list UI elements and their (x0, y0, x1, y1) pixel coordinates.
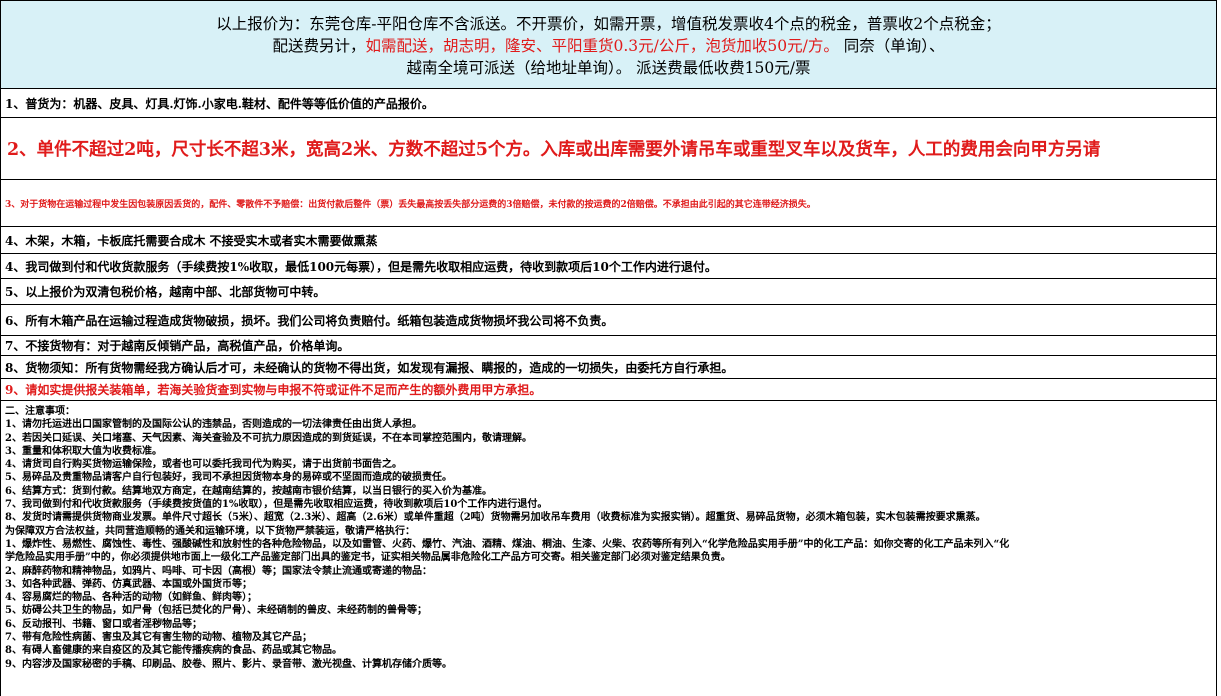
notes-line: 8、有碍人畜健康的来自疫区的及其它能传播疾病的食品、药品或其它物品。 (5, 645, 342, 657)
notes-line: 5、妨碍公共卫生的物品，如尸骨（包括已焚化的尸骨）、未经硝制的兽皮、未经药制的兽… (5, 605, 427, 617)
notes-section: 二、注意事项： 1、请勿托运进出口国家管制的及国际公认的违禁品，否则造成的一切法… (0, 400, 1217, 696)
header-line-2: 配送费另计，如需配送，胡志明，隆安、平阳重货0.3元/公斤，泡货加收50元/方。… (1, 35, 1216, 57)
notes-line: 2、麻醉药物和精神物品，如鸦片、吗啡、可卡因（高根）等；国家法令禁止流通或寄递的… (5, 565, 432, 577)
row-8-text: 7、不接货物有：对于越南反倾销产品，高税值产品，价格单询。 (5, 339, 350, 353)
notes-line: 2、若因关口延误、关口堵塞、天气因素、海关查验及不可抗力原因造成的到货延误，不在… (5, 432, 532, 444)
row-4: 4、木架，木箱，卡板底托需要合成木 不接受实木或者实木需要做熏蒸 (0, 226, 1217, 254)
notes-line: 7、带有危险性病菌、害虫及其它有害生物的动物、植物及其它产品； (5, 632, 312, 644)
header-line-2-b: 同奈（单询）、 (838, 37, 945, 55)
notes-line: 4、请货司自行购买货物运输保险，或者也可以委托我司代为购买，请于出货前书面告之。 (5, 459, 402, 471)
header-line-3: 越南全境可派送（给地址单询）。 派送费最低收费150元/票 (406, 59, 811, 77)
row-9-text: 8、货物须知：所有货物需经我方确认后才可，未经确认的货物不得出货，如发现有漏报、… (5, 360, 734, 375)
row-10-text: 9、请如实提供报关装箱单，若海关验货查到实物与申报不符或证件不足而产生的额外费用… (5, 383, 542, 397)
header-line-2-red: 如需配送，胡志明，隆安、平阳重货0.3元/公斤，泡货加收50元/方。 (365, 37, 839, 55)
notes-line: 8、发货时请需提供货物商业发票。单件尺寸超长（5米）、超宽（2.3米）、超高（2… (5, 512, 986, 524)
row-1: 1、普货为：机器、皮具、灯具.灯饰.小家电.鞋材、配件等等低价值的产品报价。 (0, 88, 1217, 118)
notes-line: 学危险品实用手册”中的，你必须提供地市面上一级化工产品鉴定部门出具的鉴定书，证实… (5, 552, 731, 564)
notes-line: 4、容易腐烂的物品、各种活的动物（如鲜鱼、鲜肉等）； (5, 592, 257, 604)
row-2-text: 2、单件不超过2吨，尺寸长不超3米，宽高2米、方数不超过5个方。入库或出库需要外… (7, 140, 1101, 160)
row-5: 4、我司做到付和代收货款服务（手续费按1%收取，最低100元每票），但是需先收取… (0, 253, 1217, 279)
row-4-text: 4、木架，木箱，卡板底托需要合成木 不接受实木或者实木需要做熏蒸 (5, 233, 378, 248)
row-1-text: 1、普货为：机器、皮具、灯具.灯饰.小家电.鞋材、配件等等低价值的产品报价。 (5, 96, 434, 111)
header-line-1: 以上报价为：东莞仓库-平阳仓库不含派送。不开票价，如需开票，增值税发票收4个点的… (216, 15, 1001, 33)
row-8: 7、不接货物有：对于越南反倾销产品，高税值产品，价格单询。 (0, 335, 1217, 356)
row-9: 8、货物须知：所有货物需经我方确认后才可，未经确认的货物不得出货，如发现有漏报、… (0, 355, 1217, 379)
row-5-text: 4、我司做到付和代收货款服务（手续费按1%收取，最低100元每票），但是需先收取… (5, 259, 717, 274)
notes-line: 6、反动报刊、书籍、窗口或者淫秽物品等； (5, 618, 202, 630)
notes-line: 7、我司做到付和代收货款服务（手续费按货值的1%收取），但是需先收取相应运费，待… (5, 499, 548, 511)
row-7: 6、所有木箱产品在运输过程造成货物破损，损坏。我们公司将负责赔付。纸箱包装造成货… (0, 304, 1217, 336)
notes-line: 5、易碎品及贵重物品请客户自行包装好，我司不承担因货物本身的易碎或不坚固而造成的… (5, 472, 452, 484)
notes-line: 1、爆炸性、易燃性、腐蚀性、毒性、强酸碱性和放射性的各种危险物品，以及如雷管、火… (5, 538, 1010, 550)
notes-line: 6、结算方式：货到付款。结算地双方商定，在越南结算的，按越南市银价结算，以当日银… (5, 485, 492, 497)
row-3-text: 3、对于货物在运输过程中发生因包装原因丢货的，配件、零散件不予赔偿：出货付款后整… (5, 199, 816, 210)
row-3: 3、对于货物在运输过程中发生因包装原因丢货的，配件、零散件不予赔偿：出货付款后整… (0, 179, 1217, 227)
notes-line: 1、请勿托运进出口国家管制的及国际公认的违禁品，否则造成的一切法律责任由出货人承… (5, 419, 422, 431)
row-2: 2、单件不超过2吨，尺寸长不超3米，宽高2米、方数不超过5个方。入库或出库需要外… (0, 117, 1217, 180)
row-6-text: 5、以上报价为双清包税价格，越南中部、北部货物可中转。 (5, 285, 326, 299)
notes-line: 3、重量和体积取大值为收费标准。 (5, 445, 162, 457)
row-10: 9、请如实提供报关装箱单，若海关验货查到实物与申报不符或证件不足而产生的额外费用… (0, 378, 1217, 401)
notes-line: 二、注意事项： (5, 406, 75, 417)
notes-line: 9、内容涉及国家秘密的手稿、印刷品、胶卷、照片、影片、录音带、激光视盘、计算机存… (5, 658, 452, 670)
row-6: 5、以上报价为双清包税价格，越南中部、北部货物可中转。 (0, 278, 1217, 305)
header-line-2-a: 配送费另计， (272, 37, 366, 55)
header-notice: 以上报价为：东莞仓库-平阳仓库不含派送。不开票价，如需开票，增值税发票收4个点的… (0, 0, 1217, 89)
row-7-text: 6、所有木箱产品在运输过程造成货物破损，损坏。我们公司将负责赔付。纸箱包装造成货… (5, 313, 614, 328)
notes-line: 为保障双方合法权益，共同营造顺畅的通关和运输环境，以下货物严禁装运，敬请严格执行… (5, 525, 415, 537)
notes-line: 3、如各种武器、弹药、仿真武器、本国或外国货币等； (5, 578, 252, 590)
